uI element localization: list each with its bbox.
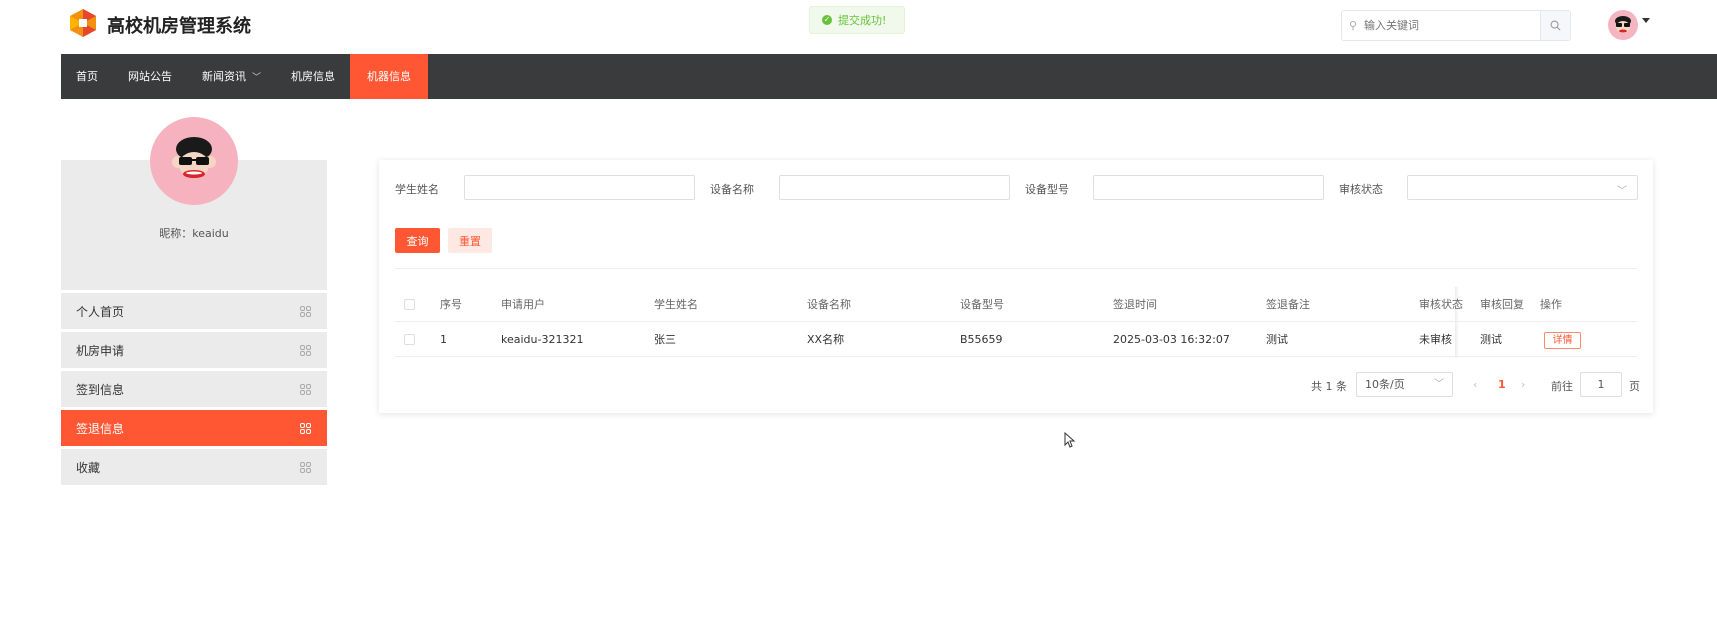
checkout-table: 序号 申请用户 学生姓名 设备名称 设备型号 签退时间 签退备注 审核状态 审核… <box>395 287 1637 358</box>
cell-reply: 测试 <box>1480 333 1502 346</box>
cell-device-model: B55659 <box>960 333 1003 346</box>
cell-remark: 测试 <box>1266 333 1288 346</box>
sidebar-item-checkin[interactable]: 签到信息 <box>61 371 327 407</box>
device-model-input[interactable] <box>1093 175 1324 200</box>
reset-button[interactable]: 重置 <box>448 228 492 253</box>
sidebar-item-profile[interactable]: 个人首页 <box>61 293 327 329</box>
student-name-input[interactable] <box>464 175 695 200</box>
row-checkbox[interactable] <box>404 334 415 345</box>
chevron-down-icon: ﹀ <box>1434 379 1444 390</box>
column-header: 设备型号 <box>960 298 1004 311</box>
column-header: 操作 <box>1540 298 1562 311</box>
cell-index: 1 <box>440 333 447 346</box>
toast-message: 提交成功! <box>838 14 887 27</box>
query-button[interactable]: 查询 <box>395 228 440 253</box>
search-box: ⚲ <box>1341 10 1571 41</box>
chevron-down-icon: ﹀ <box>252 73 262 83</box>
column-header: 设备名称 <box>807 298 851 311</box>
device-model-label: 设备型号 <box>1025 183 1069 196</box>
page: 高校机房管理系统 ✓ 提交成功! ⚲ 输入关键词 首页 网站公告 新闻资讯 ﹀ … <box>0 0 1717 633</box>
mouse-cursor-icon <box>1064 432 1076 448</box>
search-icon <box>1550 20 1561 31</box>
total-count: 共 1 条 <box>1311 380 1347 393</box>
cell-student: 张三 <box>654 333 676 346</box>
column-header: 签退备注 <box>1266 298 1310 311</box>
filter-form: 学生姓名 设备名称 设备型号 审核状态 ﹀ <box>379 175 1653 201</box>
nav-item-computer-rooms[interactable]: 机房信息 <box>276 54 350 99</box>
monkey-avatar-icon <box>1615 16 1631 33</box>
next-page-icon[interactable]: › <box>1521 378 1525 391</box>
nav-item-home[interactable]: 首页 <box>61 54 113 99</box>
search-input[interactable] <box>1364 19 1540 32</box>
header: 高校机房管理系统 ✓ 提交成功! ⚲ <box>0 0 1717 54</box>
grid-icon <box>300 422 311 434</box>
user-avatar[interactable] <box>1608 10 1638 40</box>
sidebar-item-checkout[interactable]: 签退信息 <box>61 410 327 446</box>
site-title: 高校机房管理系统 <box>107 16 251 37</box>
grid-icon <box>300 383 311 395</box>
site-logo <box>70 9 96 37</box>
detail-button[interactable]: 详情 <box>1544 332 1581 349</box>
column-header: 申请用户 <box>501 298 545 311</box>
device-name-input[interactable] <box>779 175 1010 200</box>
check-circle-icon: ✓ <box>822 15 832 25</box>
column-header: 签退时间 <box>1113 298 1157 311</box>
goto-label: 前往 <box>1551 380 1573 393</box>
sidebar-menu: 个人首页 机房申请 签到信息 签退信息 收藏 <box>61 293 327 488</box>
grid-icon <box>300 305 311 317</box>
search-button[interactable] <box>1540 11 1570 40</box>
cell-checkout-time: 2025-03-03 16:32:07 <box>1113 333 1230 346</box>
page-suffix: 页 <box>1629 380 1640 393</box>
main-nav: 首页 网站公告 新闻资讯 ﹀ 机房信息 机器信息 <box>61 54 1717 99</box>
cell-user: keaidu-321321 <box>501 333 584 346</box>
pagination: 共 1 条 10条/页 ﹀ ‹ 1 › 前往 1 页 <box>379 372 1653 398</box>
nav-item-machines[interactable]: 机器信息 <box>350 54 429 99</box>
page-size-select[interactable]: 10条/页 ﹀ <box>1356 372 1453 397</box>
sidebar-item-room-application[interactable]: 机房申请 <box>61 332 327 368</box>
nickname: 昵称：keaidu <box>159 227 229 240</box>
divider <box>395 268 1637 269</box>
table-header: 序号 申请用户 学生姓名 设备名称 设备型号 签退时间 签退备注 审核状态 审核… <box>395 287 1637 322</box>
sidebar-item-favorites[interactable]: 收藏 <box>61 449 327 485</box>
profile-avatar <box>150 117 238 205</box>
goto-page-input[interactable]: 1 <box>1580 372 1622 397</box>
column-header: 序号 <box>440 298 462 311</box>
chevron-down-icon: ﹀ <box>1617 186 1627 197</box>
grid-icon <box>300 461 311 473</box>
review-status-select[interactable]: ﹀ <box>1407 175 1638 200</box>
prev-page-icon[interactable]: ‹ <box>1473 378 1477 391</box>
page-size-value: 10条/页 <box>1365 378 1405 391</box>
success-toast: ✓ 提交成功! <box>809 6 905 34</box>
nav-item-announcements[interactable]: 网站公告 <box>113 54 187 99</box>
grid-icon <box>300 344 311 356</box>
column-header: 审核状态 <box>1419 298 1463 311</box>
device-name-label: 设备名称 <box>710 183 754 196</box>
select-all-checkbox[interactable] <box>404 299 415 310</box>
nav-item-news[interactable]: 新闻资讯 ﹀ <box>187 54 276 99</box>
page-number[interactable]: 1 <box>1498 378 1506 391</box>
table-row: 1 keaidu-321321 张三 XX名称 B55659 2025-03-0… <box>395 322 1637 357</box>
user-menu-caret-icon[interactable] <box>1642 18 1650 23</box>
cell-status: 未审核 <box>1419 333 1452 346</box>
review-status-label: 审核状态 <box>1339 183 1383 196</box>
column-header: 学生姓名 <box>654 298 698 311</box>
checkout-list-panel: 学生姓名 设备名称 设备型号 审核状态 ﹀ 查询 重置 序号 申请用户 学生姓名… <box>379 160 1653 413</box>
column-header: 审核回复 <box>1480 298 1524 311</box>
student-name-label: 学生姓名 <box>395 183 439 196</box>
search-icon: ⚲ <box>1348 19 1358 32</box>
monkey-avatar-icon <box>172 137 216 178</box>
cell-device-name: XX名称 <box>807 333 845 346</box>
